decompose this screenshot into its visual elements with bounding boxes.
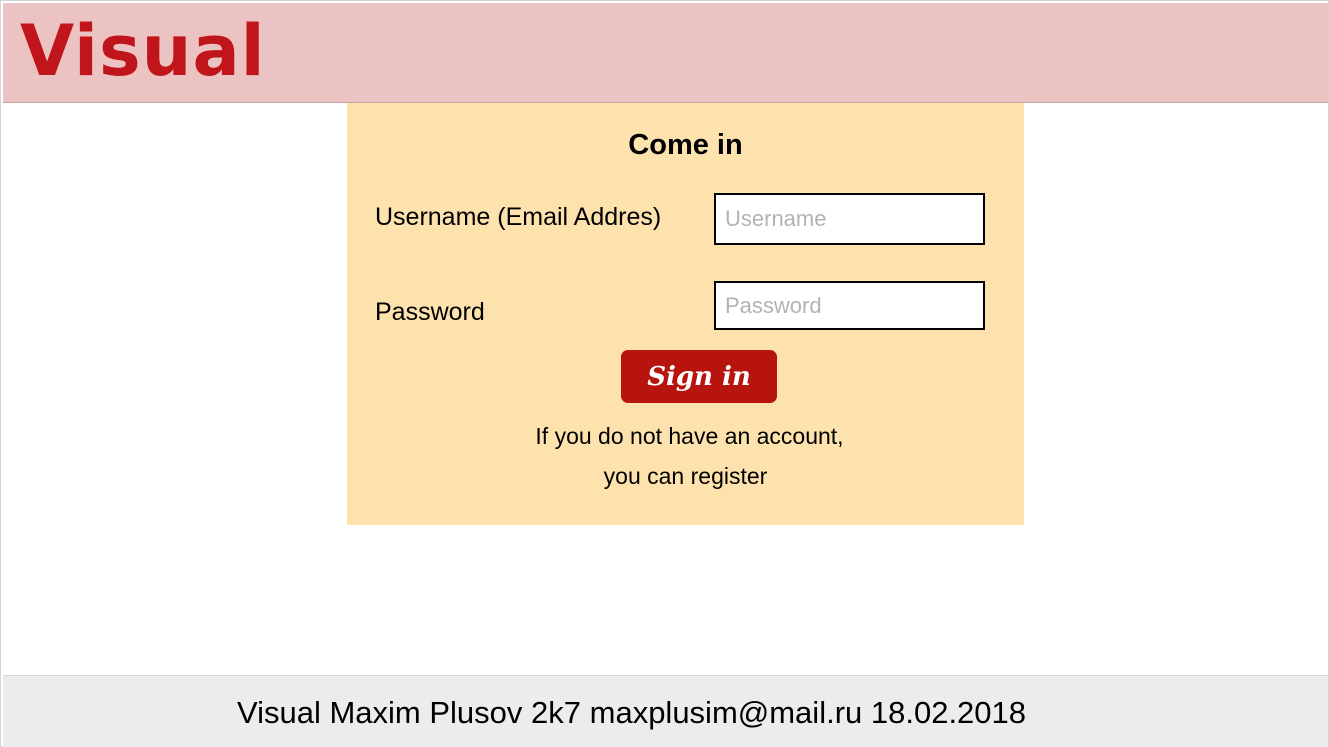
login-form: Come in Username (Email Addres) Password… xyxy=(347,103,1024,525)
password-input[interactable] xyxy=(714,281,985,330)
footer-bar: Visual Maxim Plusov 2k7 maxplusim@mail.r… xyxy=(3,675,1328,747)
footer-text: Visual Maxim Plusov 2k7 maxplusim@mail.r… xyxy=(237,695,1027,730)
page-frame: Visual Come in Username (Email Addres) P… xyxy=(0,0,1329,747)
header-bar: Visual xyxy=(3,3,1328,103)
username-input[interactable] xyxy=(714,193,985,245)
sign-in-button[interactable]: Sign in xyxy=(621,350,777,403)
login-title: Come in xyxy=(628,129,743,161)
register-hint-text: If you do not have an account, xyxy=(535,423,844,449)
username-label: Username (Email Addres) xyxy=(375,203,662,231)
register-link[interactable]: you can register xyxy=(347,463,1024,490)
password-label: Password xyxy=(375,298,485,326)
site-logo[interactable]: Visual xyxy=(20,11,266,91)
